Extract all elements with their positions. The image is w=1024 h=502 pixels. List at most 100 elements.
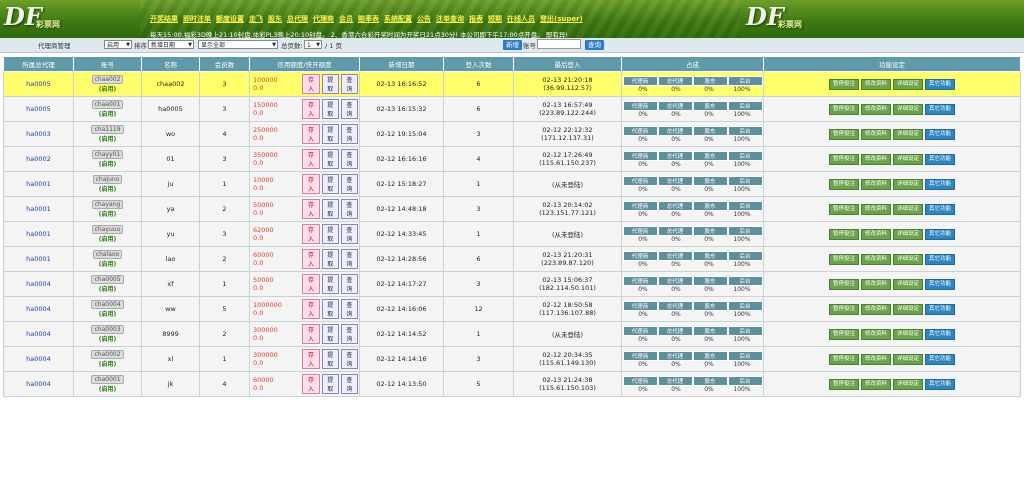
withdraw-button[interactable]: 提取	[321, 174, 339, 194]
detail-settings-button[interactable]: 详细设定	[893, 228, 924, 240]
other-functions-button[interactable]: 其它功能	[925, 378, 956, 390]
parent-agent-link[interactable]: ha0005	[26, 80, 51, 88]
detail-settings-button[interactable]: 详细设定	[893, 203, 924, 215]
edit-info-button[interactable]: 修改资料	[860, 228, 891, 240]
account-search-input[interactable]	[537, 39, 581, 49]
account-badge[interactable]: cha0004	[91, 300, 124, 309]
account-badge[interactable]: cha1119	[91, 125, 124, 134]
edit-info-button[interactable]: 修改资料	[860, 303, 891, 315]
edit-info-button[interactable]: 修改资料	[860, 103, 891, 115]
pause-betting-button[interactable]: 暂停投注	[828, 178, 859, 190]
detail-settings-button[interactable]: 详细设定	[893, 178, 924, 190]
query-button[interactable]: 查询	[340, 224, 358, 244]
edit-info-button[interactable]: 修改资料	[860, 378, 891, 390]
query-button[interactable]: 查询	[340, 274, 358, 294]
add-button[interactable]: 新增	[503, 40, 522, 50]
status-select[interactable]: 启用	[104, 40, 132, 50]
parent-agent-link[interactable]: ha0001	[26, 180, 51, 188]
nav-link[interactable]: 即时注单	[183, 14, 211, 24]
parent-agent-link[interactable]: ha0001	[26, 205, 51, 213]
nav-link[interactable]: 总代理	[287, 14, 308, 24]
query-button[interactable]: 查询	[340, 174, 358, 194]
detail-settings-button[interactable]: 详细设定	[893, 278, 924, 290]
detail-settings-button[interactable]: 详细设定	[893, 78, 924, 90]
other-functions-button[interactable]: 其它功能	[925, 253, 956, 265]
filter-select[interactable]: 显示全部	[198, 40, 278, 50]
withdraw-button[interactable]: 提取	[321, 224, 339, 244]
account-badge[interactable]: chalaoo	[92, 250, 123, 259]
query-button[interactable]: 查询	[340, 199, 358, 219]
other-functions-button[interactable]: 其它功能	[925, 103, 956, 115]
account-badge[interactable]: chaa001	[91, 100, 124, 109]
detail-settings-button[interactable]: 详细设定	[893, 253, 924, 265]
other-functions-button[interactable]: 其它功能	[925, 328, 956, 340]
pause-betting-button[interactable]: 暂停投注	[828, 78, 859, 90]
withdraw-button[interactable]: 提取	[321, 324, 339, 344]
other-functions-button[interactable]: 其它功能	[925, 278, 956, 290]
query-button[interactable]: 查询	[340, 74, 358, 94]
account-badge[interactable]: cha0001	[91, 375, 124, 384]
parent-agent-link[interactable]: ha0002	[26, 155, 51, 163]
pause-betting-button[interactable]: 暂停投注	[828, 103, 859, 115]
withdraw-button[interactable]: 提取	[321, 124, 339, 144]
withdraw-button[interactable]: 提取	[321, 249, 339, 269]
account-badge[interactable]: chaa002	[91, 75, 124, 84]
parent-agent-link[interactable]: ha0004	[26, 355, 51, 363]
nav-link[interactable]: 赔率表	[358, 14, 379, 24]
detail-settings-button[interactable]: 详细设定	[893, 303, 924, 315]
nav-link[interactable]: 短期	[488, 14, 502, 24]
pause-betting-button[interactable]: 暂停投注	[828, 303, 859, 315]
nav-link[interactable]: 走飞	[249, 14, 263, 24]
edit-info-button[interactable]: 修改资料	[860, 78, 891, 90]
deposit-button[interactable]: 存入	[302, 149, 320, 169]
nav-link[interactable]: 公告	[417, 14, 431, 24]
other-functions-button[interactable]: 其它功能	[925, 128, 956, 140]
withdraw-button[interactable]: 提取	[321, 74, 339, 94]
withdraw-button[interactable]: 提取	[321, 99, 339, 119]
pause-betting-button[interactable]: 暂停投注	[828, 278, 859, 290]
edit-info-button[interactable]: 修改资料	[860, 203, 891, 215]
nav-link[interactable]: 在线人员	[507, 14, 535, 24]
nav-link[interactable]: 系统配置	[384, 14, 412, 24]
nav-link[interactable]: 代理商	[313, 14, 334, 24]
nav-link[interactable]: 额度设置	[216, 14, 244, 24]
edit-info-button[interactable]: 修改资料	[860, 328, 891, 340]
deposit-button[interactable]: 存入	[302, 124, 320, 144]
edit-info-button[interactable]: 修改资料	[860, 128, 891, 140]
other-functions-button[interactable]: 其它功能	[925, 203, 956, 215]
nav-link[interactable]: 注单查询	[436, 14, 464, 24]
account-badge[interactable]: chayang	[91, 200, 124, 209]
withdraw-button[interactable]: 提取	[321, 299, 339, 319]
pause-betting-button[interactable]: 暂停投注	[828, 328, 859, 340]
query-button[interactable]: 查询	[340, 349, 358, 369]
deposit-button[interactable]: 存入	[302, 349, 320, 369]
query-button[interactable]: 查询	[340, 374, 358, 394]
edit-info-button[interactable]: 修改资料	[860, 253, 891, 265]
detail-settings-button[interactable]: 详细设定	[893, 328, 924, 340]
query-button[interactable]: 查询	[340, 99, 358, 119]
detail-settings-button[interactable]: 详细设定	[893, 353, 924, 365]
detail-settings-button[interactable]: 详细设定	[893, 103, 924, 115]
parent-agent-link[interactable]: ha0004	[26, 305, 51, 313]
account-badge[interactable]: cha0003	[91, 325, 124, 334]
nav-link[interactable]: 股东	[268, 14, 282, 24]
other-functions-button[interactable]: 其它功能	[925, 178, 956, 190]
parent-agent-link[interactable]: ha0005	[26, 105, 51, 113]
deposit-button[interactable]: 存入	[302, 224, 320, 244]
parent-agent-link[interactable]: ha0003	[26, 130, 51, 138]
page-select[interactable]: 1	[304, 40, 322, 50]
withdraw-button[interactable]: 提取	[321, 274, 339, 294]
deposit-button[interactable]: 存入	[302, 249, 320, 269]
sort-select[interactable]: 新增日期	[148, 40, 194, 50]
pause-betting-button[interactable]: 暂停投注	[828, 153, 859, 165]
parent-agent-link[interactable]: ha0001	[26, 255, 51, 263]
deposit-button[interactable]: 存入	[302, 374, 320, 394]
pause-betting-button[interactable]: 暂停投注	[828, 228, 859, 240]
deposit-button[interactable]: 存入	[302, 274, 320, 294]
other-functions-button[interactable]: 其它功能	[925, 303, 956, 315]
pause-betting-button[interactable]: 暂停投注	[828, 353, 859, 365]
nav-link[interactable]: 开奖结果	[150, 14, 178, 24]
other-functions-button[interactable]: 其它功能	[925, 78, 956, 90]
account-badge[interactable]: chajuno	[92, 175, 123, 184]
withdraw-button[interactable]: 提取	[321, 149, 339, 169]
